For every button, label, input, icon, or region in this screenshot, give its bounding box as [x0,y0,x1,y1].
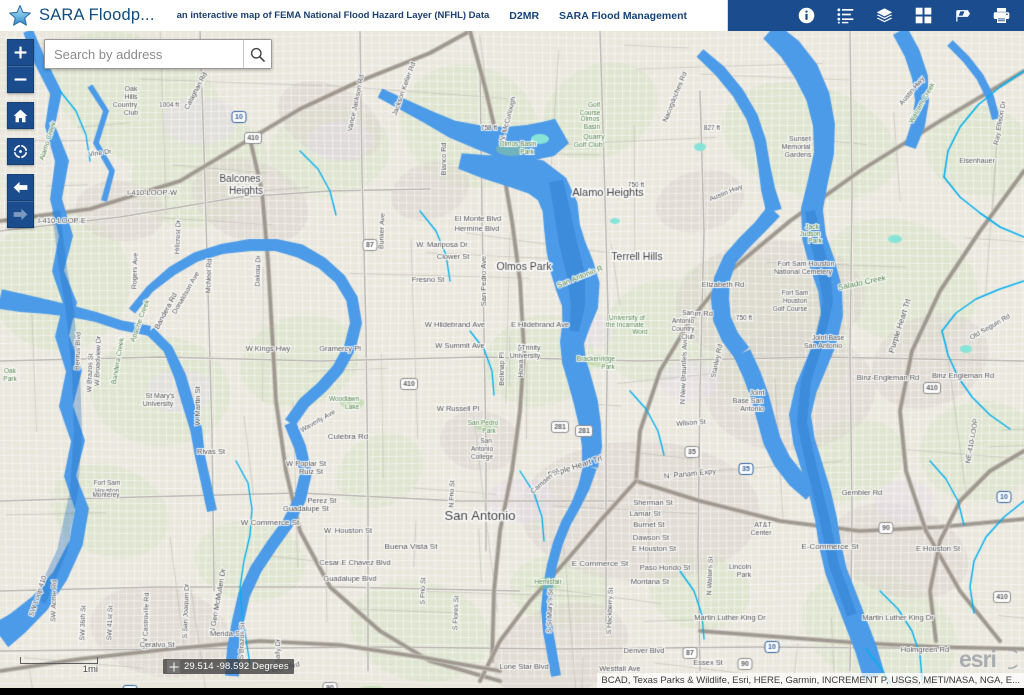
legend-icon[interactable] [837,7,854,24]
info-icon[interactable] [798,7,815,24]
map-canvas[interactable] [0,31,1024,688]
scale-bar-line [20,656,98,664]
locate-button[interactable] [7,138,34,165]
scale-bar: 1mi [20,656,98,675]
zoom-controls [7,39,34,93]
flood-map-application: SARA Floodp... an interactive map of FEM… [0,0,1024,695]
search-widget [44,39,272,69]
zoom-in-button[interactable] [7,39,34,66]
header-tools [728,0,1024,31]
coordinate-widget: 29.514 -98.592 Degrees [163,659,294,674]
crosshair-icon[interactable] [167,660,180,673]
map-toolbar [7,39,34,237]
search-input[interactable] [45,40,243,68]
next-extent-button[interactable] [7,201,34,228]
basemap-grid-icon[interactable] [915,7,932,24]
app-header: SARA Floodp... an interactive map of FEM… [0,0,1024,31]
map-attribution: BCAD, Texas Parks & Wildlife, Esri, HERE… [597,673,1024,688]
header-branding: SARA Floodp... an interactive map of FEM… [0,0,728,31]
home-button[interactable] [7,102,34,129]
svg-text:esri: esri [959,646,996,672]
coordinate-readout: 29.514 -98.592 Degrees [184,661,289,672]
sara-flood-management-link[interactable]: SARA Flood Management [559,10,687,22]
esri-logo: esri [958,646,1020,672]
previous-extent-button[interactable] [7,174,34,201]
extent-navigation [7,174,34,228]
window-bottom-bar [0,688,1024,695]
layers-icon[interactable] [876,7,893,24]
scale-bar-label: 1mi [82,663,98,675]
attribution-text: BCAD, Texas Parks & Wildlife, Esri, HERE… [601,675,1020,686]
locate-control [7,138,34,165]
page-title: SARA Floodp... [39,6,155,24]
search-icon[interactable] [243,40,271,68]
map-viewport[interactable]: 1mi 29.514 -98.592 Degrees esri BCAD, Te… [0,31,1024,688]
d2mr-link[interactable]: D2MR [509,10,539,22]
home-control [7,102,34,129]
print-icon[interactable] [993,7,1010,24]
measure-icon[interactable] [954,7,971,24]
zoom-out-button[interactable] [7,66,34,93]
app-subtitle: an interactive map of FEMA National Floo… [176,10,490,21]
star-icon [8,4,32,28]
